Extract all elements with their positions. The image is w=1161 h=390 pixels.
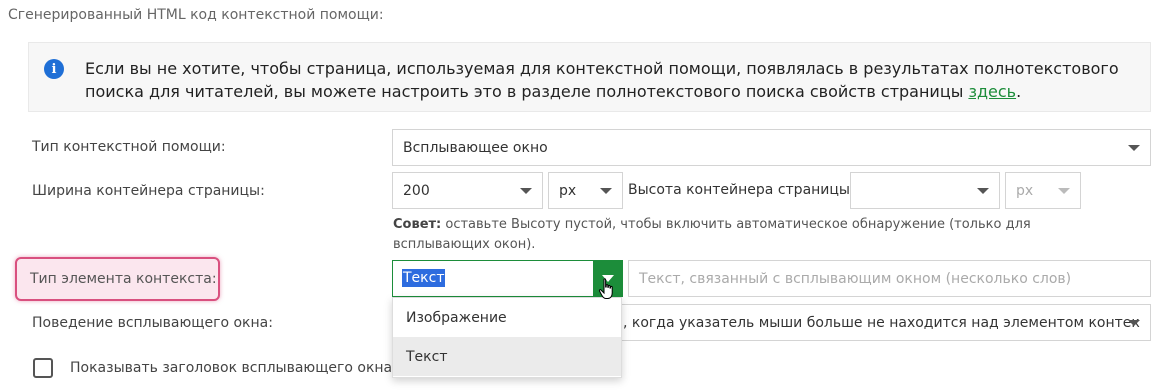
container-height-unit-select: px bbox=[1005, 172, 1081, 209]
container-width-value: 200 bbox=[403, 182, 430, 199]
info-text-body: Если вы не хотите, чтобы страница, испол… bbox=[85, 59, 1119, 101]
info-text-end: . bbox=[1016, 82, 1022, 101]
container-height-unit: px bbox=[1016, 182, 1034, 199]
dropdown-option-image[interactable]: Изображение bbox=[393, 298, 621, 337]
context-text-placeholder: Текст, связанный с всплывающим окном (не… bbox=[639, 270, 1072, 287]
help-type-label: Тип контекстной помощи: bbox=[32, 139, 226, 155]
chevron-down-icon bbox=[1058, 187, 1070, 194]
chevron-down-icon bbox=[977, 187, 989, 194]
container-height-select[interactable] bbox=[850, 172, 1000, 209]
chevron-down-icon bbox=[600, 187, 612, 194]
show-title-label: Показывать заголовок всплывающего окна bbox=[70, 360, 393, 376]
popup-behavior-select[interactable]: , когда указатель мыши больше не находит… bbox=[612, 304, 1151, 341]
hint-bold: Совет: bbox=[393, 217, 442, 232]
chevron-down-icon bbox=[520, 187, 532, 194]
show-title-checkbox[interactable] bbox=[33, 358, 53, 378]
container-width-label: Ширина контейнера страницы: bbox=[32, 183, 265, 199]
help-type-select[interactable]: Всплывающее окно bbox=[392, 129, 1151, 166]
container-width-unit: px bbox=[559, 182, 577, 199]
hand-cursor-icon bbox=[598, 278, 613, 299]
help-type-value: Всплывающее окно bbox=[403, 139, 548, 156]
info-text: Если вы не хотите, чтобы страница, испол… bbox=[85, 57, 1135, 103]
popup-behavior-label: Поведение всплывающего окна: bbox=[32, 315, 273, 331]
hint-body: оставьте Высоту пустой, чтобы включить а… bbox=[393, 217, 1031, 252]
popup-behavior-value: , когда указатель мыши больше не находит… bbox=[623, 314, 1140, 331]
dropdown-option-text[interactable]: Текст bbox=[393, 337, 621, 376]
info-icon: i bbox=[44, 59, 64, 79]
context-text-input[interactable]: Текст, связанный с всплывающим окном (не… bbox=[628, 260, 1151, 297]
container-width-unit-select[interactable]: px bbox=[548, 172, 623, 209]
element-type-label: Тип элемента контекста: bbox=[30, 271, 217, 287]
hint-text: Совет: оставьте Высоту пустой, чтобы вкл… bbox=[393, 215, 1093, 255]
chevron-down-icon bbox=[1128, 319, 1140, 326]
container-height-label: Высота контейнера страницы: bbox=[628, 182, 855, 198]
section-title: Сгенерированный HTML код контекстной пом… bbox=[8, 7, 384, 23]
info-link[interactable]: здесь bbox=[968, 82, 1016, 101]
element-type-select[interactable]: Текст bbox=[392, 260, 623, 297]
chevron-down-icon bbox=[1128, 144, 1140, 151]
element-type-dropdown: Изображение Текст bbox=[392, 297, 622, 378]
element-type-value: Текст bbox=[402, 269, 446, 287]
container-width-select[interactable]: 200 bbox=[392, 172, 543, 209]
